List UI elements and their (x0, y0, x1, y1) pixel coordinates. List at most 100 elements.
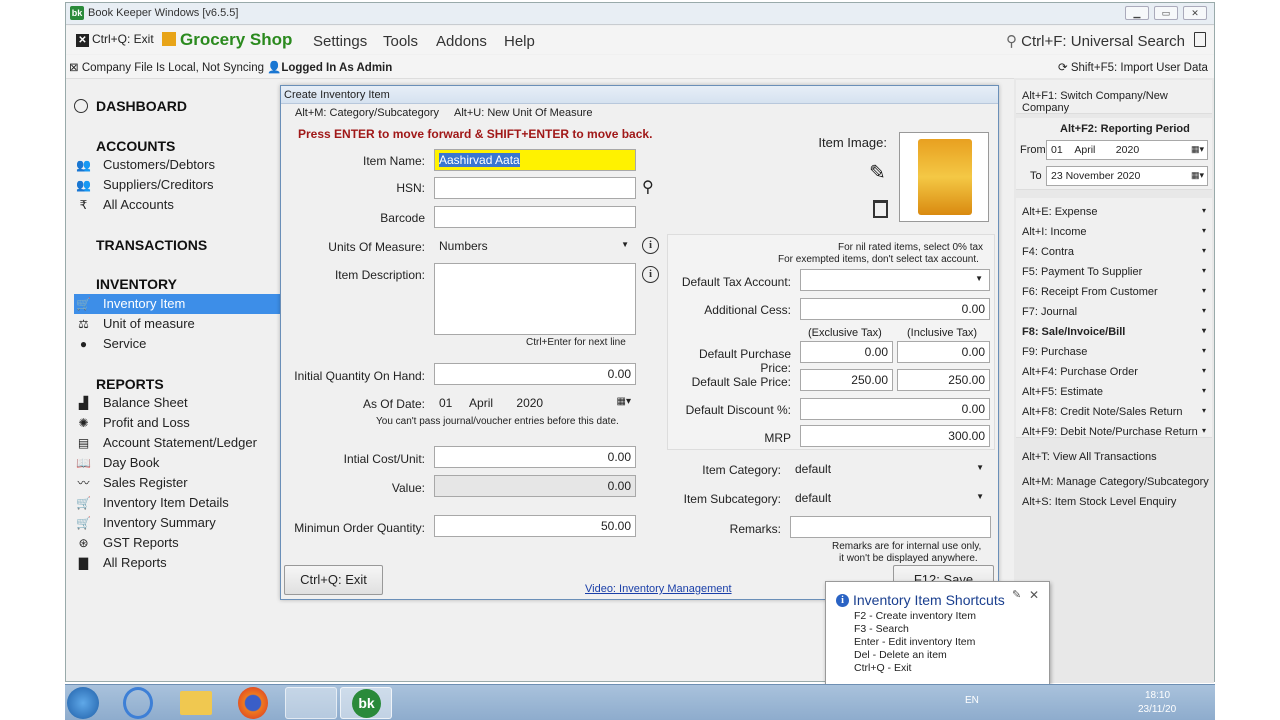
initial-cost-input[interactable]: 0.00 (434, 446, 636, 468)
menu-tools[interactable]: Tools (383, 33, 418, 50)
purchase-price-excl-input[interactable]: 0.00 (800, 341, 893, 363)
info-icon[interactable]: i (642, 237, 659, 254)
menu-help[interactable]: Help (504, 33, 535, 50)
sidebar-item-ledger[interactable]: ▤ Account Statement/Ledger (74, 433, 280, 453)
subcategory-select[interactable]: default (790, 487, 991, 509)
item-image[interactable] (899, 132, 989, 222)
sidebar-item-profit-loss[interactable]: ✺ Profit and Loss (74, 413, 280, 433)
shortcut-purchase-order[interactable]: Alt+F4: Purchase Order ▾ (1022, 366, 1206, 378)
calendar-icon[interactable]: ▦▾ (617, 396, 631, 407)
shortcut-payment[interactable]: F5: Payment To Supplier ▾ (1022, 266, 1206, 278)
discount-input[interactable]: 0.00 (800, 398, 990, 420)
exit-button[interactable]: Ctrl+Q: Exit (284, 565, 383, 595)
window-title: Book Keeper Windows [v6.5.5] (88, 7, 239, 19)
close-button[interactable]: ✕ (1183, 6, 1207, 20)
bar-chart-icon: ▇ (78, 556, 89, 570)
switch-company-link[interactable]: Alt+F1: Switch Company/New Company (1022, 90, 1212, 114)
category-shortcut[interactable]: Alt+M: Category/Subcategory (295, 107, 439, 119)
shortcut-purchase[interactable]: F9: Purchase ▾ (1022, 346, 1206, 358)
folder-icon[interactable] (180, 691, 212, 715)
search-icon[interactable]: ⚲ (642, 177, 654, 197)
shortcut-debit-note[interactable]: Alt+F9: Debit Note/Purchase Return ▾ (1022, 426, 1206, 438)
as-of-date-picker[interactable]: 01 April 2020 ▦▾ (434, 392, 636, 414)
sidebar-item-balance-sheet[interactable]: ▟ Balance Sheet (74, 393, 280, 413)
sidebar-item-service[interactable]: ● Service (74, 334, 280, 354)
stock-enquiry-link[interactable]: Alt+S: Item Stock Level Enquiry (1022, 496, 1176, 508)
sidebar-item-suppliers[interactable]: 👥 Suppliers/Creditors (74, 175, 280, 195)
remarks-input[interactable] (790, 516, 991, 538)
cart-icon: 🛒 (76, 516, 91, 530)
uom-shortcut[interactable]: Alt+U: New Unit Of Measure (454, 107, 592, 119)
start-button[interactable] (67, 687, 99, 719)
shortcut-sale[interactable]: F8: Sale/Invoice/Bill ▾ (1022, 326, 1206, 338)
from-date-picker[interactable]: 01 April 2020 ▦▾ (1046, 140, 1208, 160)
sale-price-excl-input[interactable]: 250.00 (800, 369, 893, 391)
sidebar-item-inventory-summary[interactable]: 🛒 Inventory Summary (74, 513, 280, 533)
hsn-input[interactable] (434, 177, 636, 199)
shortcut-credit-note[interactable]: Alt+F8: Credit Note/Sales Return ▾ (1022, 406, 1206, 418)
transactions-header[interactable]: TRANSACTIONS (96, 237, 207, 253)
description-textarea[interactable] (434, 263, 636, 335)
pin-icon[interactable]: ✎ (1012, 588, 1021, 601)
taskbar: bk EN 18:10 23/11/20 (65, 684, 1215, 720)
dashboard-link[interactable]: DASHBOARD (74, 98, 187, 114)
bookkeeper-app-icon[interactable]: bk (340, 687, 392, 719)
to-date-picker[interactable]: 23 November 2020 ▦▾ (1046, 166, 1208, 186)
universal-search[interactable]: ⚲ Ctrl+F: Universal Search (1006, 32, 1185, 50)
sidebar-item-unit-of-measure[interactable]: ⚖ Unit of measure (74, 314, 280, 334)
calculator-icon[interactable] (1194, 32, 1206, 47)
sidebar-item-inventory-item[interactable]: 🛒 Inventory Item (74, 294, 280, 314)
sidebar-item-all-accounts[interactable]: ₹ All Accounts (74, 195, 280, 215)
shortcut-label: F8: Sale/Invoice/Bill (1022, 326, 1126, 338)
min-order-input[interactable]: 50.00 (434, 515, 636, 537)
sidebar-item-day-book[interactable]: 📖 Day Book (74, 453, 280, 473)
shortcut-estimate[interactable]: Alt+F5: Estimate ▾ (1022, 386, 1206, 398)
cess-input[interactable]: 0.00 (800, 298, 990, 320)
calendar-icon[interactable]: ▦▾ (1191, 170, 1204, 181)
company-name[interactable]: Grocery Shop (162, 30, 292, 50)
menu-addons[interactable]: Addons (436, 33, 487, 50)
trend-icon: 〰 (77, 476, 90, 490)
uom-select[interactable]: Numbers (434, 235, 636, 257)
delete-icon[interactable] (873, 200, 888, 218)
barcode-input[interactable] (434, 206, 636, 228)
shortcut-journal[interactable]: F7: Journal ▾ (1022, 306, 1206, 318)
video-link[interactable]: Video: Inventory Management (585, 583, 732, 595)
ie-icon[interactable] (123, 687, 153, 719)
maximize-button[interactable]: ▭ (1154, 6, 1178, 20)
clock-time[interactable]: 18:10 (1145, 690, 1170, 701)
accounts-header: ACCOUNTS (96, 138, 176, 154)
sidebar-item-all-reports[interactable]: ▇ All Reports (74, 553, 280, 573)
exclusive-tax-label: (Exclusive Tax) (808, 327, 882, 339)
clock-date[interactable]: 23/11/20 (1138, 704, 1176, 715)
minimize-button[interactable]: ▁ (1125, 6, 1149, 20)
shortcut-receipt[interactable]: F6: Receipt From Customer ▾ (1022, 286, 1206, 298)
tax-account-select[interactable] (800, 269, 990, 291)
manage-category-link[interactable]: Alt+M: Manage Category/Subcategory (1022, 476, 1209, 488)
purchase-price-incl-input[interactable]: 0.00 (897, 341, 990, 363)
shortcut-contra[interactable]: F4: Contra ▾ (1022, 246, 1206, 258)
mrp-input[interactable]: 300.00 (800, 425, 990, 447)
sidebar-item-label: Customers/Debtors (103, 157, 215, 172)
firefox-icon[interactable] (238, 687, 268, 719)
date-day: 01 (439, 396, 453, 410)
shortcut-expense[interactable]: Alt+E: Expense ▾ (1022, 206, 1206, 218)
sidebar-item-customers[interactable]: 👥 Customers/Debtors (74, 155, 280, 175)
shortcut-income[interactable]: Alt+I: Income ▾ (1022, 226, 1206, 238)
category-select[interactable]: default (790, 458, 991, 480)
sidebar-item-sales-register[interactable]: 〰 Sales Register (74, 473, 280, 493)
calendar-icon[interactable]: ▦▾ (1191, 144, 1204, 155)
view-all-transactions-link[interactable]: Alt+T: View All Transactions (1022, 451, 1157, 463)
exit-menu[interactable]: ✕ Ctrl+Q: Exit (76, 32, 154, 47)
sale-price-incl-input[interactable]: 250.00 (897, 369, 990, 391)
language-indicator[interactable]: EN (965, 695, 979, 706)
menu-settings[interactable]: Settings (313, 33, 367, 50)
sidebar-item-gst-reports[interactable]: ⊛ GST Reports (74, 533, 280, 553)
info-icon[interactable]: i (642, 266, 659, 283)
initial-qty-input[interactable]: 0.00 (434, 363, 636, 385)
item-name-input[interactable]: Aashirvad Aata (434, 149, 636, 171)
sidebar-item-inventory-details[interactable]: 🛒 Inventory Item Details (74, 493, 280, 513)
close-icon[interactable]: ✕ (1029, 588, 1039, 602)
edit-icon[interactable]: ✎ (869, 160, 886, 185)
calculator-app-icon[interactable] (285, 687, 337, 719)
